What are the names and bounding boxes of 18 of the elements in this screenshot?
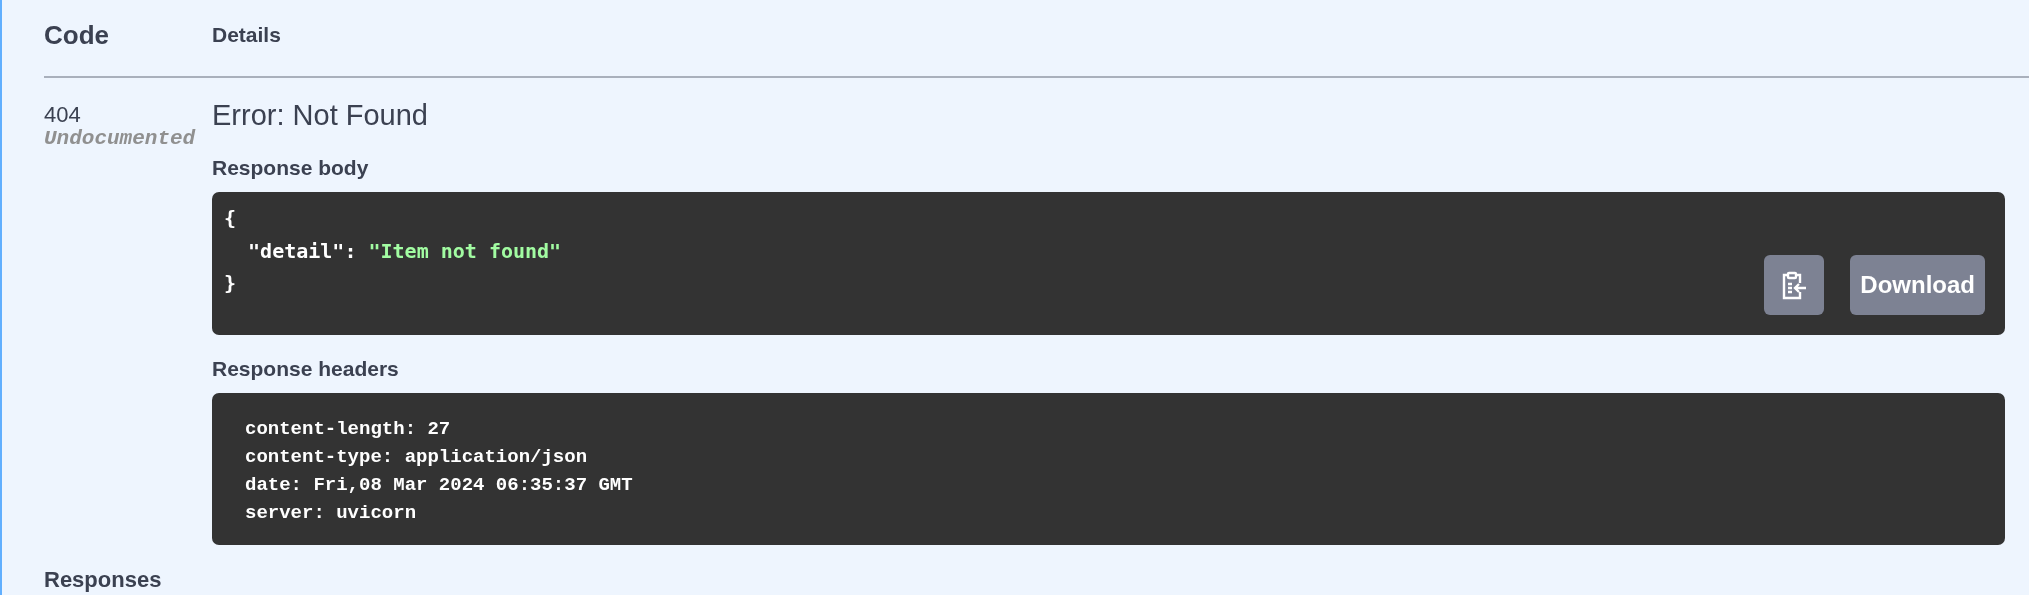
code-line: { [224, 205, 238, 232]
section-heading: Responses [44, 567, 163, 593]
status-code: 404 [44, 102, 81, 127]
header-line: date: Fri,08 Mar 2024 06:35:37 GMT [245, 473, 634, 498]
column-header: Code [44, 19, 110, 51]
code-line: "detail": "Item not found" [247, 237, 562, 265]
section-label: Response body [212, 157, 370, 179]
section-label: Response headers [212, 358, 400, 380]
header-line: content-type: application/json [245, 445, 589, 470]
status-note: Undocumented [44, 128, 197, 150]
code-line: } [224, 270, 238, 297]
download-button[interactable]: Download [1850, 255, 1985, 315]
header-line: server: uvicorn [245, 501, 418, 526]
column-header: Details [212, 23, 282, 47]
clipboard-icon [1781, 270, 1808, 300]
copy-button[interactable] [1764, 255, 1825, 315]
header-line: content-length: 27 [245, 417, 452, 442]
response-title: Error: Not Found [212, 98, 429, 132]
